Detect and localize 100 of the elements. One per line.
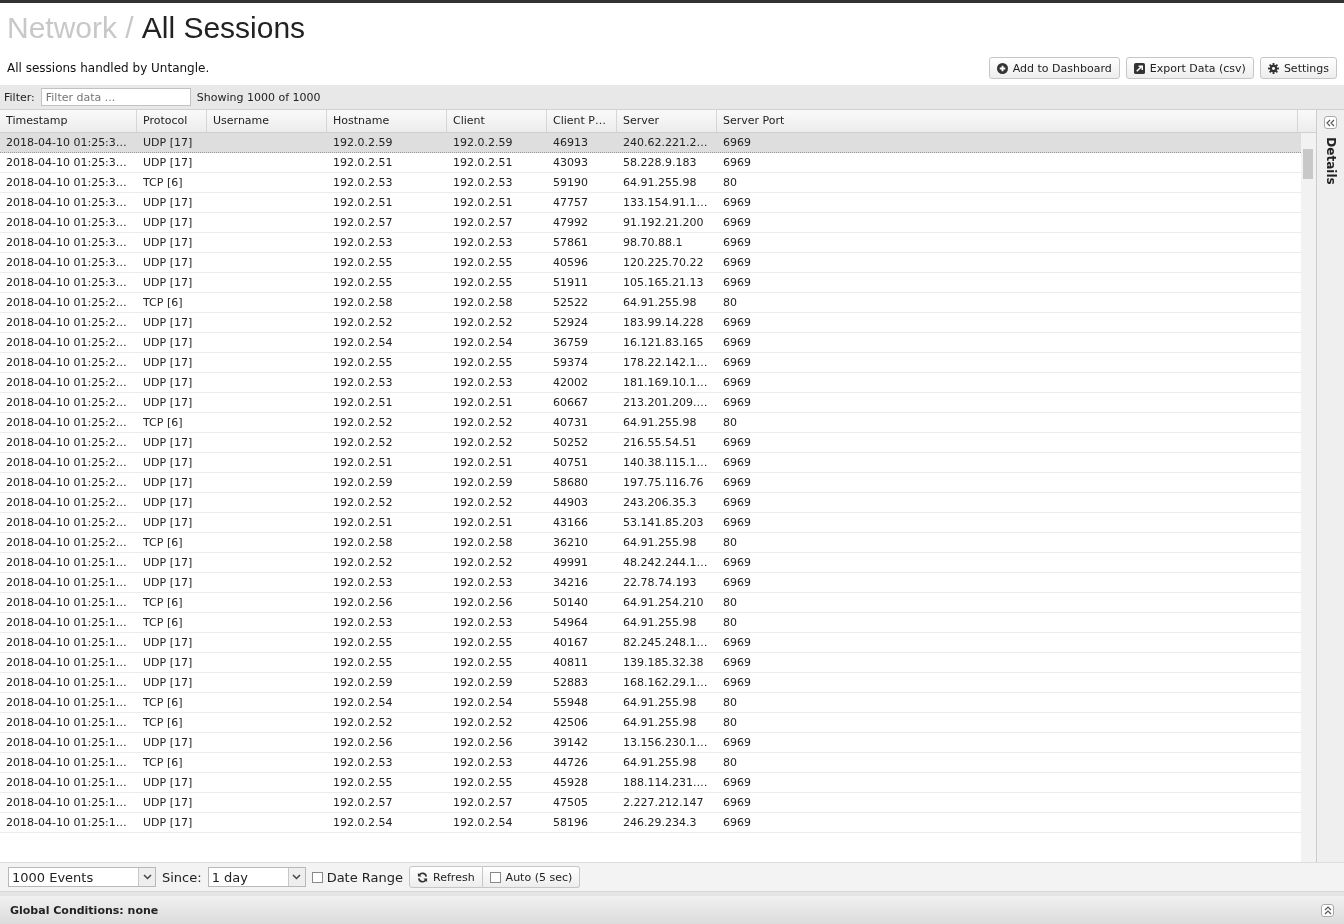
table-cell-text: 2018-04-10 01:25:1…	[5, 635, 128, 651]
table-cell-text: UDP [17]	[142, 255, 194, 271]
table-cell-text: 192.0.2.52	[452, 435, 514, 451]
table-cell-text: 2018-04-10 01:25:2…	[5, 435, 128, 451]
table-cell-text: 57861	[552, 235, 589, 251]
table-cell-text: 2018-04-10 01:25:2…	[5, 295, 128, 311]
table-cell-text: 64.91.255.98	[622, 695, 698, 711]
table-row[interactable]: 2018-04-10 01:25:1… UDP [17] 192.0.2.54 192.0.2.54 58196 246.29.234.3 6969	[0, 813, 1301, 833]
table-row[interactable]: 2018-04-10 01:25:1… UDP [17] 192.0.2.55 192.0.2.55 40167 82.245.248.1… 6969	[0, 633, 1301, 653]
table-cell-text: UDP [17]	[142, 795, 194, 811]
table-cell-text: 42002	[552, 375, 589, 391]
table-row[interactable]: 2018-04-10 01:25:2… UDP [17] 192.0.2.51 192.0.2.51 43166 53.141.85.203 6969	[0, 513, 1301, 533]
table-cell-text: 6969	[722, 395, 752, 411]
table-row[interactable]: 2018-04-10 01:25:1… TCP [6] 192.0.2.54 192.0.2.54 55948 64.91.255.98 80	[0, 693, 1301, 713]
table-cell-text: 168.162.29.1…	[622, 675, 709, 691]
scrollbar[interactable]	[1301, 133, 1316, 862]
expand-panel-button[interactable]	[1324, 116, 1337, 129]
table-cell-text: TCP [6]	[142, 755, 184, 771]
table-row[interactable]: 2018-04-10 01:25:1… TCP [6] 192.0.2.53 192.0.2.53 44726 64.91.255.98 80	[0, 753, 1301, 773]
table-cell-text: 50252	[552, 435, 589, 451]
table-row[interactable]: 2018-04-10 01:25:2… UDP [17] 192.0.2.55 192.0.2.55 59374 178.22.142.1… 6969	[0, 353, 1301, 373]
table-row[interactable]: 2018-04-10 01:25:1… UDP [17] 192.0.2.55 192.0.2.55 40811 139.185.32.38 6969	[0, 653, 1301, 673]
column-header[interactable]: Protocol	[137, 110, 207, 132]
table-row[interactable]: 2018-04-10 01:25:2… TCP [6] 192.0.2.58 192.0.2.58 52522 64.91.255.98 80	[0, 293, 1301, 313]
expand-button[interactable]	[1321, 903, 1334, 917]
table-cell-text: 192.0.2.51	[452, 195, 514, 211]
column-header[interactable]: Server	[617, 110, 717, 132]
table-cell-text: 91.192.21.200	[622, 215, 705, 231]
table-cell-text: 64.91.255.98	[622, 755, 698, 771]
since-dropdown[interactable]: 1 day	[207, 867, 306, 887]
table-cell-text: 2018-04-10 01:25:1…	[5, 555, 128, 571]
auto-refresh-button[interactable]: Auto (5 sec)	[482, 866, 581, 888]
table-row[interactable]: 2018-04-10 01:25:3… UDP [17] 192.0.2.51 192.0.2.51 43093 58.228.9.183 6969	[0, 153, 1301, 173]
table-row[interactable]: 2018-04-10 01:25:2… TCP [6] 192.0.2.58 192.0.2.58 36210 64.91.255.98 80	[0, 533, 1301, 553]
table-row[interactable]: 2018-04-10 01:25:1… TCP [6] 192.0.2.56 192.0.2.56 50140 64.91.254.210 80	[0, 593, 1301, 613]
column-header[interactable]: Client P…	[547, 110, 617, 132]
table-row[interactable]: 2018-04-10 01:25:1… UDP [17] 192.0.2.52 192.0.2.52 49991 48.242.244.1… 6969	[0, 553, 1301, 573]
column-header[interactable]: Timestamp	[0, 110, 137, 132]
table-cell-text: 2018-04-10 01:25:2…	[5, 415, 128, 431]
table-row[interactable]: 2018-04-10 01:25:2… UDP [17] 192.0.2.51 192.0.2.51 40751 140.38.115.1… 6969	[0, 453, 1301, 473]
table-row[interactable]: 2018-04-10 01:25:2… UDP [17] 192.0.2.53 192.0.2.53 42002 181.169.10.1… 6969	[0, 373, 1301, 393]
record-count: Showing 1000 of 1000	[196, 90, 321, 104]
table-row[interactable]: 2018-04-10 01:25:2… UDP [17] 192.0.2.52 192.0.2.52 50252 216.55.54.51 6969	[0, 433, 1301, 453]
table-row[interactable]: 2018-04-10 01:25:3… UDP [17] 192.0.2.55 192.0.2.55 51911 105.165.21.13 6969	[0, 273, 1301, 293]
refresh-button[interactable]: Refresh	[409, 866, 483, 888]
table-cell-text: 192.0.2.52	[452, 415, 514, 431]
column-header[interactable]: Server Port	[717, 110, 1298, 132]
column-header[interactable]: Username	[207, 110, 327, 132]
table-cell-text: 43093	[552, 155, 589, 171]
table-row[interactable]: 2018-04-10 01:25:3… TCP [6] 192.0.2.53 192.0.2.53 59190 64.91.255.98 80	[0, 173, 1301, 193]
table-cell-text: 80	[722, 715, 738, 731]
table-cell-text: UDP [17]	[142, 435, 194, 451]
export-button[interactable]: Export Data (csv)	[1125, 57, 1254, 79]
table-row[interactable]: 2018-04-10 01:25:3… UDP [17] 192.0.2.51 192.0.2.51 47757 133.154.91.1… 6969	[0, 193, 1301, 213]
table-cell-text: 192.0.2.51	[332, 515, 394, 531]
table-row[interactable]: 2018-04-10 01:25:2… UDP [17] 192.0.2.52 192.0.2.52 52924 183.99.14.228 6969	[0, 313, 1301, 333]
add-button[interactable]: Add to Dashboard	[988, 57, 1120, 79]
table-cell-text: 6969	[722, 515, 752, 531]
table-row[interactable]: 2018-04-10 01:25:1… UDP [17] 192.0.2.53 192.0.2.53 34216 22.78.74.193 6969	[0, 573, 1301, 593]
table-cell-text: TCP [6]	[142, 715, 184, 731]
table-cell-text: 43166	[552, 515, 589, 531]
table-cell-text: 243.206.35.3	[622, 495, 698, 511]
table-row[interactable]: 2018-04-10 01:25:2… UDP [17] 192.0.2.52 192.0.2.52 44903 243.206.35.3 6969	[0, 493, 1301, 513]
date-range-checkbox[interactable]	[311, 871, 323, 883]
table-cell-text: 192.0.2.59	[452, 135, 514, 151]
table-row[interactable]: 2018-04-10 01:25:3… UDP [17] 192.0.2.59 192.0.2.59 46913 240.62.221.2… 6969	[0, 133, 1301, 153]
table-cell-text: 178.22.142.1…	[622, 355, 709, 371]
page-description: All sessions handled by Untangle.	[7, 61, 210, 75]
table-cell-text: 6969	[722, 255, 752, 271]
table-row[interactable]: 2018-04-10 01:25:3… UDP [17] 192.0.2.55 192.0.2.55 40596 120.225.70.22 6969	[0, 253, 1301, 273]
refresh-icon	[417, 871, 429, 883]
column-header[interactable]: Hostname	[327, 110, 447, 132]
table-row[interactable]: 2018-04-10 01:25:2… UDP [17] 192.0.2.54 192.0.2.54 36759 16.121.83.165 6969	[0, 333, 1301, 353]
table-cell-text: 80	[722, 595, 738, 611]
table-cell-text: 183.99.14.228	[622, 315, 705, 331]
table-cell-text: 2018-04-10 01:25:1…	[5, 795, 128, 811]
table-row[interactable]: 2018-04-10 01:25:1… UDP [17] 192.0.2.56 192.0.2.56 39142 13.156.230.1… 6969	[0, 733, 1301, 753]
table-row[interactable]: 2018-04-10 01:25:2… TCP [6] 192.0.2.52 192.0.2.52 40731 64.91.255.98 80	[0, 413, 1301, 433]
table-row[interactable]: 2018-04-10 01:25:1… UDP [17] 192.0.2.59 192.0.2.59 52883 168.162.29.1… 6969	[0, 673, 1301, 693]
table-cell-text: 192.0.2.59	[332, 135, 394, 151]
table-cell-text: 2018-04-10 01:25:2…	[5, 455, 128, 471]
table-cell-text: 192.0.2.55	[332, 655, 394, 671]
table-row[interactable]: 2018-04-10 01:25:1… TCP [6] 192.0.2.52 192.0.2.52 42506 64.91.255.98 80	[0, 713, 1301, 733]
details-panel-title: Details	[1323, 137, 1338, 185]
table-cell-text: TCP [6]	[142, 535, 184, 551]
auto-refresh-checkbox[interactable]	[489, 871, 501, 883]
table-row[interactable]: 2018-04-10 01:25:3… UDP [17] 192.0.2.53 192.0.2.53 57861 98.70.88.1 6969	[0, 233, 1301, 253]
table-row[interactable]: 2018-04-10 01:25:1… TCP [6] 192.0.2.53 192.0.2.53 54964 64.91.255.98 80	[0, 613, 1301, 633]
table-cell-text: 120.225.70.22	[622, 255, 705, 271]
table-cell-text: 16.121.83.165	[622, 335, 705, 351]
filter-field[interactable]: Filter data ...	[40, 88, 191, 106]
table-row[interactable]: 2018-04-10 01:25:2… UDP [17] 192.0.2.51 192.0.2.51 60667 213.201.209.… 6969	[0, 393, 1301, 413]
table-row[interactable]: 2018-04-10 01:25:3… UDP [17] 192.0.2.57 192.0.2.57 47992 91.192.21.200 6969	[0, 213, 1301, 233]
column-header[interactable]: Client	[447, 110, 547, 132]
limit-dropdown[interactable]: 1000 Events	[8, 867, 156, 887]
table-row[interactable]: 2018-04-10 01:25:1… UDP [17] 192.0.2.55 192.0.2.55 45928 188.114.231.… 6969	[0, 773, 1301, 793]
table-row[interactable]: 2018-04-10 01:25:1… UDP [17] 192.0.2.57 192.0.2.57 47505 2.227.212.147 6969	[0, 793, 1301, 813]
settings-button[interactable]: Settings	[1259, 57, 1337, 79]
page-title: All Sessions	[141, 10, 306, 46]
table-row[interactable]: 2018-04-10 01:25:2… UDP [17] 192.0.2.59 192.0.2.59 58680 197.75.116.76 6969	[0, 473, 1301, 493]
